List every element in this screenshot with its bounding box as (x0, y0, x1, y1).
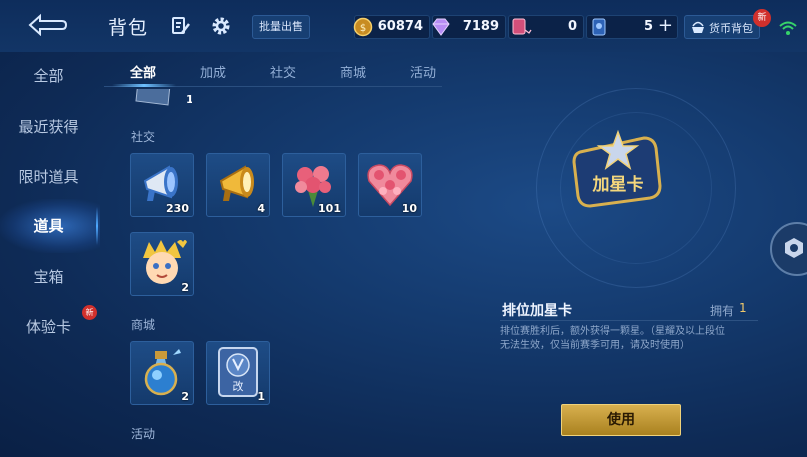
back-button[interactable] (26, 12, 68, 37)
item-megaphone-gold[interactable]: 4 (206, 153, 270, 217)
settings-button[interactable] (210, 15, 232, 37)
sidebar-item-chest[interactable]: 宝箱 (0, 257, 97, 297)
tab-event[interactable]: 活动 (410, 62, 436, 81)
coupon-icon (512, 18, 532, 35)
item-count: 2 (181, 390, 189, 403)
wallet-icon (692, 21, 704, 33)
partial-item[interactable]: 1 (130, 89, 192, 107)
tab-mall[interactable]: 商城 (340, 62, 366, 81)
item-count: 230 (166, 202, 189, 215)
tab-social[interactable]: 社交 (270, 62, 296, 81)
sidebar-item-props[interactable]: 道具 (0, 206, 97, 246)
coupon-counter: 0 (508, 15, 584, 39)
detail-divider (500, 320, 758, 321)
item-count: 101 (318, 202, 341, 215)
tab-boost[interactable]: 加成 (200, 62, 226, 81)
sidebar-item-recent[interactable]: 最近获得 (0, 107, 97, 147)
detail-item-image: 加星卡 (570, 128, 666, 212)
add-pass-icon[interactable]: + (658, 15, 673, 36)
diamond-counter: 7189 (432, 15, 506, 39)
star-card-icon: 加星卡 (572, 129, 662, 208)
page-title: 背包 (108, 17, 149, 39)
item-rose-bouquet[interactable]: 101 (282, 153, 346, 217)
edit-button[interactable] (171, 16, 191, 36)
side-float-button[interactable] (770, 222, 807, 276)
back-arrow-icon (28, 13, 68, 37)
wifi-icon (779, 21, 797, 35)
card-item-icon (135, 89, 171, 106)
owned-label: 拥有 (710, 304, 735, 318)
item-count: 1 (186, 93, 192, 106)
diamond-value: 7189 (462, 19, 499, 34)
tab-all[interactable]: 全部 (130, 62, 156, 81)
pass-card-icon (592, 18, 606, 36)
gold-counter: $ 60874 (353, 15, 430, 39)
item-hero-sticker[interactable]: 2 (130, 232, 194, 296)
pass-value: 5 (643, 19, 653, 34)
section-title-event: 活动 (131, 427, 156, 441)
wallet-label: 货币背包 (709, 22, 753, 35)
item-count: 2 (181, 281, 189, 294)
svg-text:改: 改 (233, 379, 244, 393)
edit-icon (172, 17, 190, 34)
wifi-status (778, 20, 798, 36)
item-rose-heart[interactable]: 10 (358, 153, 422, 217)
sidebar-item-limited[interactable]: 限时道具 (0, 157, 97, 197)
tab-active-underline (112, 84, 176, 87)
item-megaphone-blue[interactable]: 230 (130, 153, 194, 217)
item-count: 1 (257, 390, 265, 403)
svg-text:$: $ (360, 23, 366, 34)
batch-sell-button[interactable]: 批量出售 (252, 15, 310, 39)
sidebar-item-all[interactable]: 全部 (0, 56, 97, 96)
hexagon-menu-icon (785, 238, 803, 258)
pass-counter: 5 + (586, 15, 678, 39)
use-button[interactable]: 使用 (561, 404, 681, 436)
item-potion[interactable]: 2 (130, 341, 194, 405)
item-count: 4 (257, 202, 265, 215)
diamond-icon (432, 18, 450, 36)
item-rename-card[interactable]: 改 1 (206, 341, 270, 405)
detail-item-name: 排位加星卡 (502, 303, 572, 319)
item-count: 10 (401, 202, 417, 215)
gold-coin-icon: $ (353, 17, 373, 37)
detail-description: 排位赛胜利后，额外获得一颗星。（星耀及以上段位无法生效，仅当前赛季可用，请及时使… (500, 326, 725, 351)
trial-card-new-badge: 新 (82, 305, 97, 320)
card-text: 加星卡 (592, 174, 644, 195)
owned-value: 1 (739, 301, 747, 315)
wallet-new-badge: 新 (753, 9, 771, 27)
section-title-social: 社交 (131, 130, 156, 144)
coupon-value: 0 (567, 19, 577, 34)
gear-icon (212, 17, 230, 35)
gold-value: 60874 (377, 19, 423, 34)
wallet-button[interactable]: 货币背包 (684, 15, 760, 39)
section-title-mall: 商城 (131, 318, 156, 332)
